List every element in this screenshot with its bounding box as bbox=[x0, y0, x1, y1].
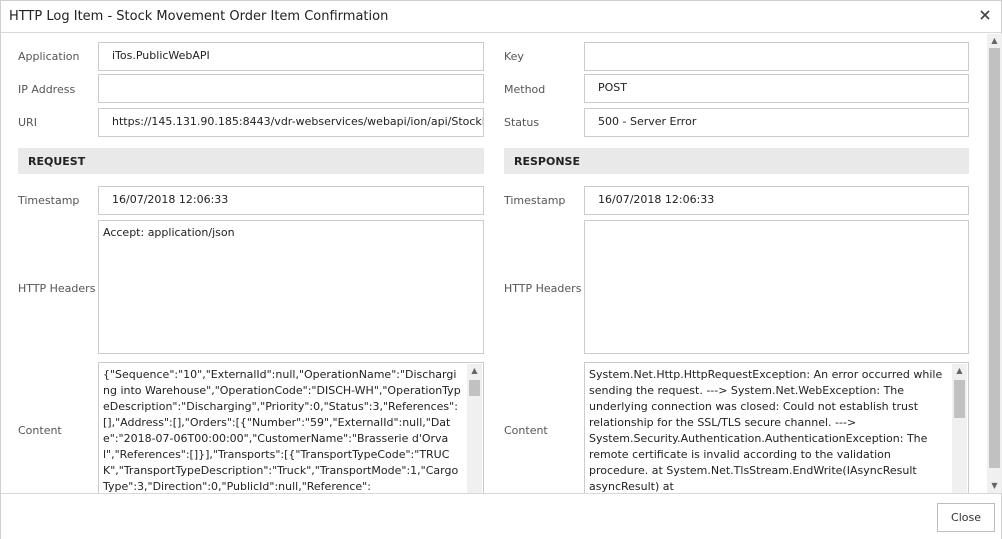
response-content-scrollbar[interactable]: ▲ bbox=[952, 364, 967, 493]
application-field[interactable]: iTos.PublicWebAPI bbox=[98, 42, 484, 71]
request-timestamp-field[interactable]: 16/07/2018 12:06:33 bbox=[98, 186, 484, 215]
scroll-up-arrow-icon[interactable]: ▲ bbox=[467, 364, 482, 378]
method-label: Method bbox=[504, 83, 546, 96]
key-field[interactable] bbox=[584, 42, 969, 71]
response-http-headers-label: HTTP Headers bbox=[504, 282, 582, 295]
response-section-header: RESPONSE bbox=[504, 148, 969, 174]
request-http-headers-text: Accept: application/json bbox=[103, 226, 235, 239]
dialog-footer: Close bbox=[1, 493, 1001, 539]
status-field[interactable]: 500 - Server Error bbox=[584, 108, 969, 137]
scrollbar-thumb[interactable] bbox=[469, 380, 480, 396]
scroll-up-arrow-icon[interactable]: ▲ bbox=[952, 364, 967, 378]
status-label: Status bbox=[504, 116, 540, 129]
response-content-textarea[interactable]: System.Net.Http.HttpRequestException: An… bbox=[584, 362, 969, 493]
ip-address-field[interactable] bbox=[98, 74, 484, 103]
method-field[interactable]: POST bbox=[584, 74, 969, 103]
request-content-label: Content bbox=[18, 424, 62, 437]
http-log-item-dialog: HTTP Log Item - Stock Movement Order Ite… bbox=[0, 0, 1002, 539]
scrollbar-thumb[interactable] bbox=[989, 48, 1000, 468]
response-content-label: Content bbox=[504, 424, 548, 437]
uri-label: URI bbox=[18, 116, 37, 129]
uri-field[interactable]: https://145.131.90.185:8443/vdr-webservi… bbox=[98, 108, 484, 137]
dialog-body: Application iTos.PublicWebAPI IP Address… bbox=[1, 34, 987, 493]
dialog-scrollbar[interactable]: ▲ ▼ bbox=[987, 34, 1002, 493]
application-label: Application bbox=[18, 50, 80, 63]
response-http-headers-textarea[interactable] bbox=[584, 220, 969, 354]
response-timestamp-label: Timestamp bbox=[504, 194, 566, 207]
dialog-title: HTTP Log Item - Stock Movement Order Ite… bbox=[9, 9, 389, 24]
key-label: Key bbox=[504, 50, 524, 63]
response-timestamp-field[interactable]: 16/07/2018 12:06:33 bbox=[584, 186, 969, 215]
ip-address-label: IP Address bbox=[18, 83, 76, 96]
request-content-text: {"Sequence":"10","ExternalId":null,"Oper… bbox=[103, 368, 461, 493]
request-timestamp-label: Timestamp bbox=[18, 194, 80, 207]
title-bar: HTTP Log Item - Stock Movement Order Ite… bbox=[1, 1, 1001, 33]
request-content-scrollbar[interactable]: ▲ bbox=[467, 364, 482, 493]
close-button[interactable]: Close bbox=[937, 503, 995, 532]
response-content-text: System.Net.Http.HttpRequestException: An… bbox=[589, 368, 943, 493]
request-http-headers-label: HTTP Headers bbox=[18, 282, 96, 295]
scrollbar-thumb[interactable] bbox=[954, 380, 965, 418]
request-section-header: REQUEST bbox=[18, 148, 484, 174]
scroll-up-arrow-icon[interactable]: ▲ bbox=[987, 34, 1002, 48]
request-http-headers-textarea[interactable]: Accept: application/json bbox=[98, 220, 484, 354]
scroll-down-arrow-icon[interactable]: ▼ bbox=[987, 479, 1002, 493]
close-icon[interactable] bbox=[977, 7, 993, 23]
request-content-textarea[interactable]: {"Sequence":"10","ExternalId":null,"Oper… bbox=[98, 362, 484, 493]
